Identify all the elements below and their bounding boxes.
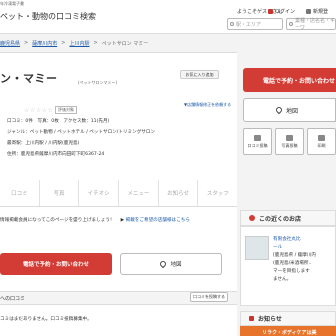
add-favorite-button[interactable]: お気に入り追加 bbox=[180, 70, 219, 79]
shop-title: ン・マミー bbox=[0, 72, 58, 85]
camera-icon bbox=[286, 134, 293, 141]
news-heading: お知らせ bbox=[258, 316, 282, 323]
search-icon bbox=[289, 22, 293, 26]
notice-link[interactable]: 掲載をご希望の店舗様はこちら bbox=[126, 218, 190, 223]
post-review-mini-button[interactable]: 口コミ投稿 bbox=[243, 128, 272, 155]
notice-text: 情報掲載会員になってこのページを盛り上げましょう！ bbox=[0, 218, 115, 223]
tab-recommend[interactable]: イチオシ bbox=[79, 180, 120, 206]
tab-reviews[interactable]: 口コミ bbox=[0, 180, 40, 206]
nearby-shop-thumbnail[interactable] bbox=[245, 236, 269, 260]
nearby-shop-name[interactable]: 有限会社丸比 bbox=[273, 236, 301, 242]
breadcrumb: 鹿児島県 > 薩摩川内市 > 上川内駅 > ペットサロン マミー bbox=[0, 40, 149, 47]
login-link[interactable]: ログイン bbox=[268, 8, 295, 15]
news-icon bbox=[249, 316, 254, 321]
nearby-shops-heading: この近くのお店 bbox=[259, 215, 302, 223]
map-button-label: 地図 bbox=[170, 262, 182, 268]
site-title[interactable]: ペット・動物の口コミ検索 bbox=[0, 11, 96, 22]
nearby-shop-desc-1: (鹿児島/米酒場所.. bbox=[273, 261, 312, 266]
report-edit-link[interactable]: ▼店舗情報修正を依頼する bbox=[184, 102, 231, 108]
post-photo-mini-label: 写真投稿 bbox=[281, 142, 298, 148]
pencil-icon bbox=[254, 134, 261, 141]
area-search-input[interactable]: 駅・エリア bbox=[227, 18, 283, 30]
member-notice: 情報掲載会員になってこのページを盛り上げましょう！ ▶ 掲載をご希望の店舗様はこ… bbox=[0, 218, 190, 223]
ad-banner[interactable]: リラク・ボディケアは美 bbox=[240, 326, 336, 336]
register-icon bbox=[306, 9, 311, 14]
shop-stats: 口コミ：0件 写真：0枚 アクセス数：11(先月) bbox=[7, 119, 110, 124]
post-photo-mini-button[interactable]: 写真投稿 bbox=[275, 128, 304, 155]
shop-genre: ジャンル：ペット動物 / ペットホテル / ペットサロン/トリミングサロン bbox=[7, 130, 156, 135]
news-header: お知らせ bbox=[240, 311, 336, 326]
breadcrumb-prefecture[interactable]: 鹿児島県 bbox=[0, 40, 20, 47]
print-mini-button[interactable]: 印刷 bbox=[307, 128, 336, 155]
shop-address: 住所：鹿児島県薩摩川内市向田町下町6367-24 bbox=[7, 152, 105, 157]
shop-title-kana: (ペットサロンマミー) bbox=[78, 80, 118, 85]
map-button[interactable]: 地図 bbox=[120, 253, 222, 275]
map-pin-icon bbox=[274, 105, 284, 115]
tab-menu[interactable]: メニュー bbox=[119, 180, 159, 206]
nearby-shop-name-cont[interactable]: ール bbox=[273, 244, 282, 250]
rating-stars: ☆☆☆☆☆ bbox=[24, 107, 54, 114]
register-link[interactable]: 新規登 bbox=[306, 8, 328, 15]
tab-news[interactable]: お知らせ bbox=[159, 180, 199, 206]
header-small-text: 年冷凍電子書 bbox=[0, 1, 24, 6]
reviews-empty-text: コミはまだありません。口コミ投稿募集中。 bbox=[0, 317, 92, 322]
login-label: ログイン bbox=[275, 9, 296, 15]
breadcrumb-current: ペットサロン マミー bbox=[101, 41, 149, 47]
sidebar-phone-button[interactable]: 電話で予約・お問い合わせ bbox=[243, 68, 336, 92]
shop-tabs: 口コミ 写真 イチオシ メニュー お知らせ スタッフ bbox=[0, 180, 237, 207]
breadcrumb-station[interactable]: 上川内駅 bbox=[69, 40, 89, 47]
tab-staff[interactable]: スタッフ bbox=[198, 180, 237, 206]
location-icon bbox=[249, 215, 255, 221]
map-pin-icon bbox=[159, 259, 168, 269]
phone-inquiry-button[interactable]: 電話で予約・お問い合わせ bbox=[0, 253, 112, 275]
nearby-shop-desc-2: マーを目指します bbox=[273, 269, 310, 274]
nearby-shop-desc-3: ません。 bbox=[273, 277, 292, 282]
reviews-heading: への口コミ bbox=[0, 296, 26, 302]
nearby-shop-location: [鹿児島県 / 薩摩川内 bbox=[273, 253, 317, 258]
sidebar-map-label: 地図 bbox=[286, 107, 299, 115]
register-label: 新規登 bbox=[313, 9, 329, 15]
tab-photos[interactable]: 写真 bbox=[40, 180, 80, 206]
keyword-search-placeholder: 業種・店名名・キーワ bbox=[295, 18, 336, 31]
post-review-button[interactable]: 口コミを投稿する bbox=[190, 292, 228, 302]
login-icon bbox=[268, 9, 273, 14]
post-review-mini-label: 口コミ投稿 bbox=[247, 142, 268, 148]
print-mini-label: 印刷 bbox=[317, 142, 326, 148]
keyword-search-input[interactable]: 業種・店名名・キーワ bbox=[286, 18, 336, 31]
breadcrumb-city[interactable]: 薩摩川内市 bbox=[32, 40, 57, 47]
search-icon bbox=[230, 22, 234, 26]
shop-station: 最寄駅：上川内駅 / 川内駅(鹿児島) bbox=[7, 141, 80, 146]
area-search-placeholder: 駅・エリア bbox=[236, 21, 262, 28]
nearby-shops-header: この近くのお店 bbox=[240, 210, 336, 226]
sidebar-map-button[interactable]: 地図 bbox=[243, 98, 336, 122]
eval-tag: 評価対象 bbox=[55, 106, 77, 114]
printer-icon bbox=[318, 134, 325, 141]
